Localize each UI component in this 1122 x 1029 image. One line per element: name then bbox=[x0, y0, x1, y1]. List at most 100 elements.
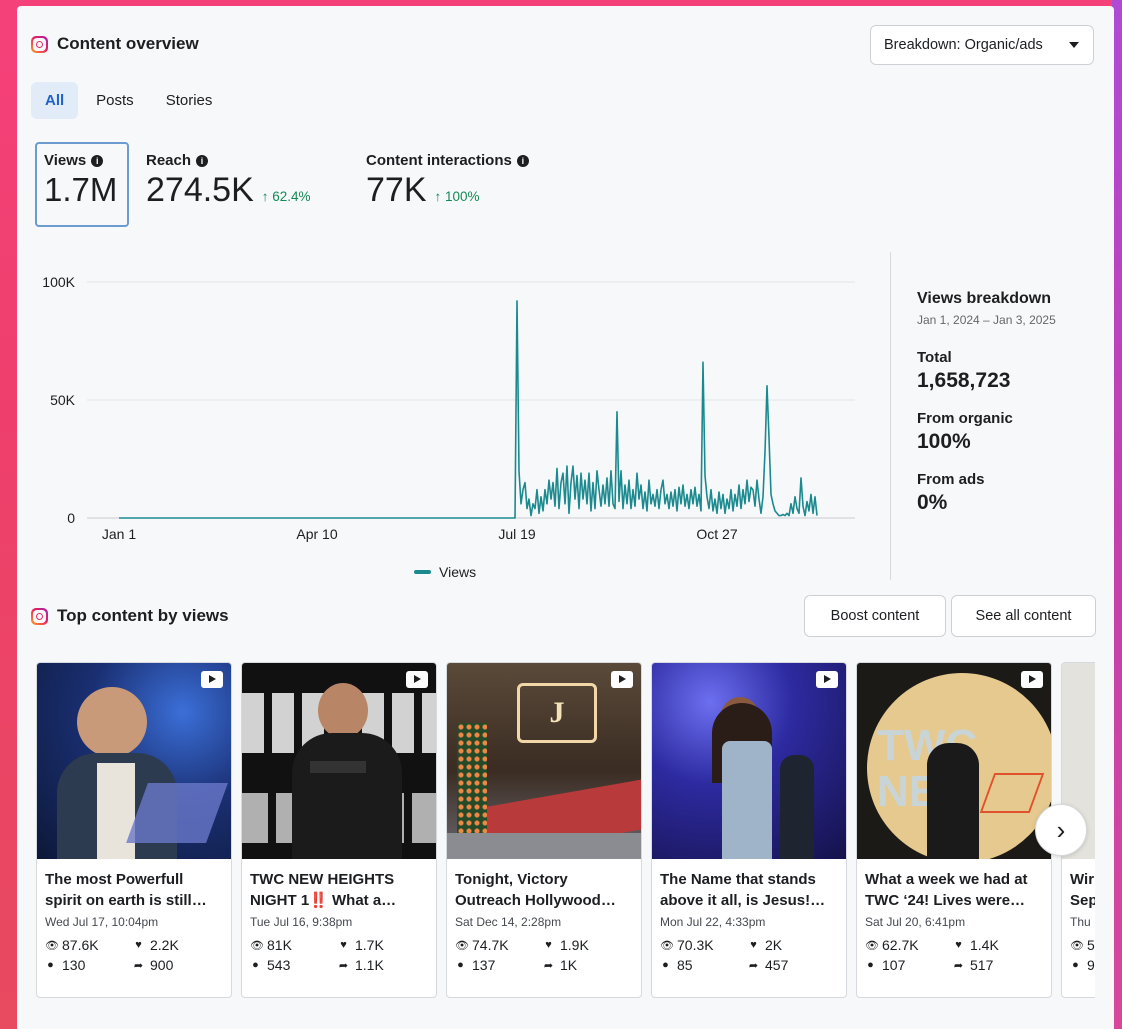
metric-content-interactions[interactable]: Content interactions i 77K ↑ 100% bbox=[366, 152, 529, 210]
content-card[interactable]: The most Powerfull spirit on earth is st… bbox=[36, 662, 232, 998]
stat-comments: ● 543 bbox=[250, 957, 338, 973]
content-card[interactable]: TWCNEW What a week we had at TWC ‘24! Li… bbox=[856, 662, 1052, 998]
chart-x-ticks: Jan 1 Apr 10 Jul 19 Oct 27 bbox=[102, 526, 738, 542]
stat-views: 👁 5 bbox=[1070, 937, 1095, 953]
stat-shares-value: 457 bbox=[765, 957, 789, 973]
stat-shares: ➦ 517 bbox=[953, 957, 1041, 973]
card-title-line2: Outreach Hollywood… bbox=[455, 892, 616, 909]
metric-reach-label: Reach bbox=[146, 152, 192, 169]
metric-interactions-value: 77K bbox=[366, 171, 427, 209]
eye-icon: 👁 bbox=[1070, 939, 1084, 952]
stat-likes: ♥ 2K bbox=[748, 937, 836, 953]
stat-comments: ● 137 bbox=[455, 957, 543, 973]
y-tick-label: 100K bbox=[42, 274, 75, 290]
content-overview-title: Content overview bbox=[57, 34, 199, 53]
post-thumbnail[interactable] bbox=[37, 663, 231, 859]
stat-shares-value: 900 bbox=[150, 957, 174, 973]
breakdown-ads-label: From ads bbox=[917, 471, 985, 488]
legend-swatch-views bbox=[414, 570, 431, 574]
share-icon: ➦ bbox=[133, 959, 144, 972]
eye-icon: 👁 bbox=[45, 939, 59, 952]
see-all-content-button[interactable]: See all content bbox=[951, 595, 1096, 637]
breakdown-total-label: Total bbox=[917, 349, 952, 366]
video-icon bbox=[611, 671, 633, 688]
views-line-chart: 0 50K 100K Jan 1 Apr 10 Jul 19 Oct 27 Views bbox=[42, 274, 855, 580]
stat-comments-value: 9 bbox=[1087, 957, 1095, 973]
post-thumbnail[interactable] bbox=[652, 663, 846, 859]
post-thumbnail[interactable] bbox=[242, 663, 436, 859]
content-tabs: All Posts Stories bbox=[31, 82, 226, 119]
stat-shares: ➦ 1.1K bbox=[338, 957, 426, 973]
stat-likes: ♥ 2.2K bbox=[133, 937, 221, 953]
instagram-icon bbox=[31, 35, 48, 53]
info-icon[interactable]: i bbox=[91, 154, 104, 167]
content-card[interactable]: TWC NEW HEIGHTS NIGHT 1‼️ What a… Tue Ju… bbox=[241, 662, 437, 998]
card-stats: 👁 5 ● 9 bbox=[1062, 929, 1095, 973]
card-stats: 👁 81K ♥ 1.7K ● 543 ➦ 1.1K bbox=[242, 929, 436, 973]
x-tick-label: Jan 1 bbox=[102, 526, 136, 542]
breakdown-ads-value: 0% bbox=[917, 491, 948, 514]
breakdown-dropdown-label: Breakdown: Organic/ads bbox=[884, 37, 1043, 53]
top-content-header: Top content by views bbox=[31, 606, 229, 626]
boost-content-button[interactable]: Boost content bbox=[804, 595, 946, 637]
top-content-carousel: The most Powerfull spirit on earth is st… bbox=[36, 662, 1095, 1000]
content-card[interactable]: J Tonight, Victory Outreach Hollywood… S… bbox=[446, 662, 642, 998]
card-stats: 👁 62.7K ♥ 1.4K ● 107 ➦ 517 bbox=[857, 929, 1051, 973]
metric-interactions-delta: ↑ 100% bbox=[434, 189, 480, 204]
chevron-right-icon: › bbox=[1056, 814, 1066, 845]
stat-views-value: 62.7K bbox=[882, 937, 919, 953]
metric-reach[interactable]: Reach i 274.5K ↑ 62.4% bbox=[146, 152, 311, 210]
card-date: Sat Jul 20, 6:41pm bbox=[865, 915, 966, 929]
card-title: Tonight, Victory Outreach Hollywood… bbox=[447, 859, 641, 911]
stat-shares: ➦ 457 bbox=[748, 957, 836, 973]
content-card[interactable]: The Name that stands above it all, is Je… bbox=[651, 662, 847, 998]
x-tick-label: Apr 10 bbox=[296, 526, 337, 542]
series-line-views bbox=[119, 300, 818, 519]
stat-comments: ● 9 bbox=[1070, 957, 1095, 973]
metric-views[interactable]: Views i 1.7M bbox=[35, 142, 129, 227]
stat-shares-value: 1.1K bbox=[355, 957, 384, 973]
metric-reach-delta: ↑ 62.4% bbox=[261, 189, 311, 204]
stat-views: 👁 70.3K bbox=[660, 937, 748, 953]
card-date: Wed Jul 17, 10:04pm bbox=[45, 915, 159, 929]
stat-likes-value: 1.4K bbox=[970, 937, 999, 953]
eye-icon: 👁 bbox=[455, 939, 469, 952]
info-icon[interactable]: i bbox=[516, 154, 529, 167]
card-stats: 👁 70.3K ♥ 2K ● 85 ➦ 457 bbox=[652, 929, 846, 973]
video-icon bbox=[406, 671, 428, 688]
stat-views: 👁 81K bbox=[250, 937, 338, 953]
video-icon bbox=[201, 671, 223, 688]
stat-views-value: 81K bbox=[267, 937, 292, 953]
heart-icon: ♥ bbox=[750, 939, 757, 951]
share-icon: ➦ bbox=[748, 959, 759, 972]
breakdown-dropdown[interactable]: Breakdown: Organic/ads bbox=[870, 25, 1094, 65]
video-icon bbox=[1021, 671, 1043, 688]
stat-views-value: 87.6K bbox=[62, 937, 99, 953]
tab-posts[interactable]: Posts bbox=[82, 82, 148, 119]
card-stats: 👁 87.6K ♥ 2.2K ● 130 ➦ 900 bbox=[37, 929, 231, 973]
card-title-line2: above it all, is Jesus!… bbox=[660, 892, 826, 909]
y-tick-label: 0 bbox=[67, 510, 75, 526]
metric-views-value: 1.7M bbox=[44, 171, 118, 208]
post-thumbnail[interactable]: TWCNEW bbox=[857, 663, 1051, 859]
stat-comments-value: 137 bbox=[472, 957, 496, 973]
stat-shares-value: 517 bbox=[970, 957, 994, 973]
stat-likes-value: 2.2K bbox=[150, 937, 179, 953]
metric-interactions-label-row: Content interactions i bbox=[366, 152, 529, 169]
info-icon[interactable]: i bbox=[196, 154, 209, 167]
share-icon: ➦ bbox=[953, 959, 964, 972]
stat-views-value: 5 bbox=[1087, 937, 1095, 953]
tab-stories[interactable]: Stories bbox=[152, 82, 227, 119]
card-title-line1: Wir bbox=[1070, 871, 1095, 888]
top-content-title: Top content by views bbox=[57, 606, 229, 625]
tab-all[interactable]: All bbox=[31, 82, 79, 119]
stat-comments-value: 130 bbox=[62, 957, 86, 973]
stat-views-value: 74.7K bbox=[472, 937, 509, 953]
carousel-next-button[interactable]: › bbox=[1035, 804, 1087, 856]
stat-comments: ● 85 bbox=[660, 957, 748, 973]
heart-icon: ♥ bbox=[955, 939, 962, 951]
stat-views-value: 70.3K bbox=[677, 937, 714, 953]
metric-interactions-label: Content interactions bbox=[366, 152, 512, 169]
card-stats: 👁 74.7K ♥ 1.9K ● 137 ➦ 1K bbox=[447, 929, 641, 973]
post-thumbnail[interactable]: J bbox=[447, 663, 641, 859]
